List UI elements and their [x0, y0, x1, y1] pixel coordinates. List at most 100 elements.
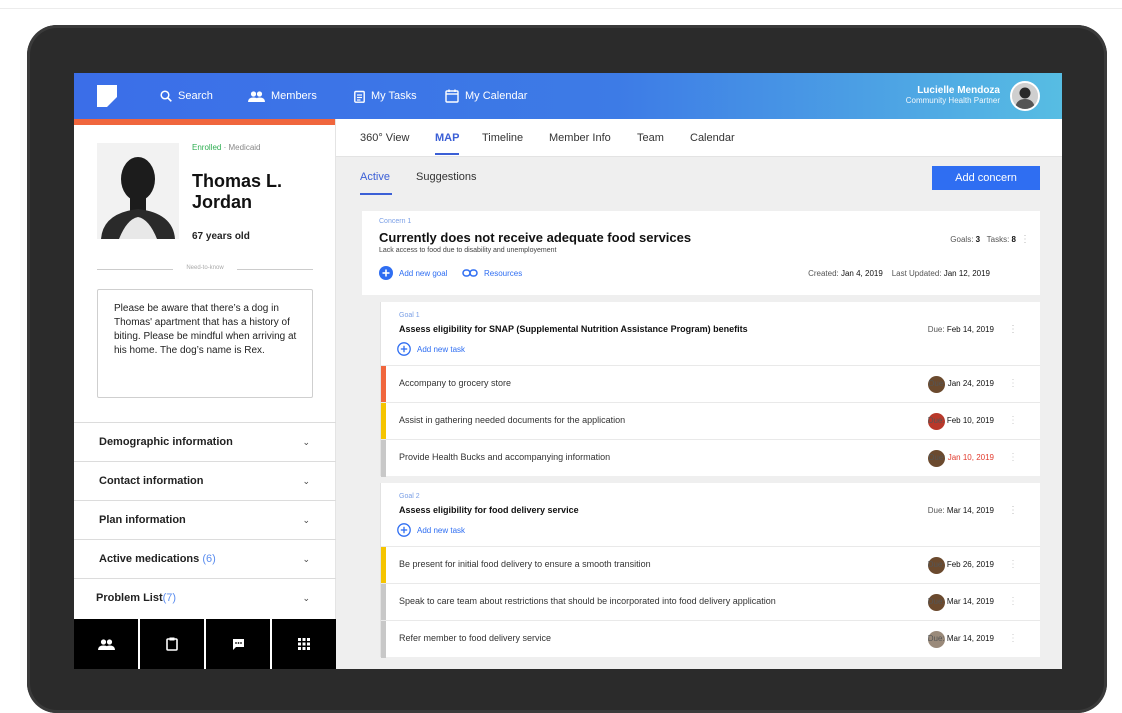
- task-due-date: Mar 14, 2019: [946, 597, 994, 606]
- app-logo-icon[interactable]: [97, 85, 117, 107]
- task-more-icon[interactable]: ⋮: [1008, 559, 1018, 570]
- nav-my-tasks-label: My Tasks: [371, 90, 417, 102]
- tab-timeline[interactable]: Timeline: [482, 119, 523, 157]
- task-due: Due: Feb 10, 2019: [928, 416, 994, 425]
- nav-members[interactable]: Members: [248, 73, 317, 119]
- priority-bar: [381, 440, 386, 477]
- goals-count: 3: [975, 235, 981, 244]
- task-text: Speak to care team about restrictions th…: [399, 596, 776, 606]
- task-row[interactable]: Provide Health Bucks and accompanying in…: [381, 439, 1040, 477]
- chevron-down-icon: ⌄: [302, 475, 310, 486]
- add-concern-button[interactable]: Add concern: [932, 166, 1040, 190]
- resources-link[interactable]: Resources: [462, 266, 522, 280]
- need-to-know-divider: Need-to-know: [97, 265, 313, 275]
- clipboard-icon: [354, 90, 365, 103]
- task-row[interactable]: Speak to care team about restrictions th…: [381, 583, 1040, 621]
- task-due: Due: Jan 10, 2019: [929, 453, 994, 462]
- tab-clipboard[interactable]: [140, 619, 206, 669]
- tasks-count: 8: [1011, 235, 1016, 244]
- concern-more-icon[interactable]: ⋮: [1020, 235, 1030, 245]
- accordion-active-medications[interactable]: Active medications (6) ⌄: [74, 539, 336, 578]
- add-new-goal-link[interactable]: Add new goal: [379, 266, 447, 280]
- nav-my-tasks[interactable]: My Tasks: [354, 73, 417, 119]
- priority-bar: [381, 621, 386, 658]
- task-due: Due: Feb 26, 2019: [928, 560, 994, 569]
- member-name-line2: Jordan: [192, 192, 253, 212]
- tab-member-info[interactable]: Member Info: [549, 119, 611, 157]
- task-row[interactable]: Be present for initial food delivery to …: [381, 546, 1040, 584]
- priority-bar: [381, 366, 386, 403]
- goal-header[interactable]: Goal 2 Assess eligibility for food deliv…: [381, 483, 1040, 546]
- goal-card: Goal 1 Assess eligibility for SNAP (Supp…: [380, 302, 1040, 477]
- concern-dates: Created: Jan 4, 2019 Last Updated: Jan 1…: [808, 269, 990, 278]
- user-info[interactable]: Lucielle Mendoza Community Health Partne…: [906, 85, 1000, 105]
- sidebar-accent-bar: [74, 119, 335, 125]
- task-more-icon[interactable]: ⋮: [1008, 415, 1018, 426]
- link-icon: [462, 269, 478, 277]
- nav-search[interactable]: Search: [160, 73, 213, 119]
- nav-my-calendar[interactable]: My Calendar: [445, 73, 527, 119]
- goal-due: Due: Feb 14, 2019: [928, 325, 994, 334]
- enrollment-status: Enrolled · Medicaid: [192, 143, 261, 152]
- task-more-icon[interactable]: ⋮: [1008, 452, 1018, 463]
- task-due: Due: Mar 14, 2019: [928, 597, 994, 606]
- tab-apps-grid[interactable]: [272, 619, 336, 669]
- task-more-icon[interactable]: ⋮: [1008, 633, 1018, 644]
- task-due-date-overdue: Jan 10, 2019: [947, 453, 994, 462]
- concern-card[interactable]: Concern 1 Currently does not receive ade…: [362, 211, 1040, 295]
- accordion-plan-information[interactable]: Plan information ⌄: [74, 500, 336, 539]
- task-more-icon[interactable]: ⋮: [1008, 596, 1018, 607]
- subtab-active[interactable]: Active: [360, 157, 392, 197]
- created-label: Created:: [808, 269, 839, 278]
- concern-label: Concern 1: [379, 218, 412, 225]
- add-new-task-label: Add new task: [417, 525, 466, 535]
- tab-chat[interactable]: [206, 619, 272, 669]
- tab-people[interactable]: [74, 619, 140, 669]
- nav-my-calendar-label: My Calendar: [465, 90, 528, 102]
- search-icon: [160, 90, 172, 102]
- tab-map[interactable]: MAP: [435, 119, 460, 157]
- accordion-demographic-information[interactable]: Demographic information ⌄: [74, 422, 336, 461]
- main-content: 360° View MAP Timeline Member Info Team …: [336, 119, 1062, 669]
- task-due-date: Mar 14, 2019: [946, 634, 994, 643]
- task-row[interactable]: Refer member to food delivery service Du…: [381, 620, 1040, 658]
- task-due-date: Feb 26, 2019: [946, 560, 994, 569]
- top-nav-bar: Search Members My Tasks My Calendar Luci…: [74, 73, 1062, 119]
- goal-due-date: Feb 14, 2019: [946, 325, 994, 334]
- tab-calendar[interactable]: Calendar: [690, 119, 735, 157]
- goal-more-icon[interactable]: ⋮: [1008, 506, 1018, 516]
- tab-360-view[interactable]: 360° View: [360, 119, 409, 157]
- goal-header[interactable]: Goal 1 Assess eligibility for SNAP (Supp…: [381, 302, 1040, 365]
- accordion-label: Active medications: [99, 553, 200, 565]
- add-new-task-label: Add new task: [417, 344, 466, 354]
- accordion-label: Contact information: [99, 475, 204, 487]
- task-text: Refer member to food delivery service: [399, 633, 552, 643]
- due-prefix: Due:: [927, 325, 945, 334]
- task-more-icon[interactable]: ⋮: [1008, 378, 1018, 389]
- accordion-problem-list[interactable]: Problem List(7) ⌄: [74, 578, 336, 617]
- task-due-date: Feb 10, 2019: [946, 416, 994, 425]
- people-icon: [248, 90, 265, 102]
- medication-count: (6): [202, 553, 216, 565]
- priority-bar: [381, 547, 386, 584]
- add-new-task-link[interactable]: Add new task: [397, 342, 465, 356]
- goal-more-icon[interactable]: ⋮: [1008, 325, 1018, 335]
- plan-label: · Medicaid: [223, 143, 261, 152]
- add-new-task-link[interactable]: Add new task: [397, 523, 465, 537]
- calendar-icon: [445, 89, 459, 103]
- due-prefix: Due:: [927, 560, 945, 569]
- due-prefix: Due:: [927, 416, 945, 425]
- task-row[interactable]: Accompany to grocery store Due: Jan 24, …: [381, 365, 1040, 403]
- page-divider: [0, 8, 1122, 9]
- people-icon: [97, 638, 115, 650]
- member-photo: [97, 143, 179, 239]
- clipboard-icon: [166, 637, 178, 651]
- task-row[interactable]: Assist in gathering needed documents for…: [381, 402, 1040, 440]
- user-role: Community Health Partner: [905, 96, 1000, 105]
- subtab-suggestions[interactable]: Suggestions: [416, 157, 477, 197]
- priority-bar: [381, 403, 386, 440]
- accordion-contact-information[interactable]: Contact information ⌄: [74, 461, 336, 500]
- tab-team[interactable]: Team: [637, 119, 664, 157]
- enrolled-label: Enrolled: [192, 143, 222, 152]
- user-avatar[interactable]: [1010, 81, 1040, 111]
